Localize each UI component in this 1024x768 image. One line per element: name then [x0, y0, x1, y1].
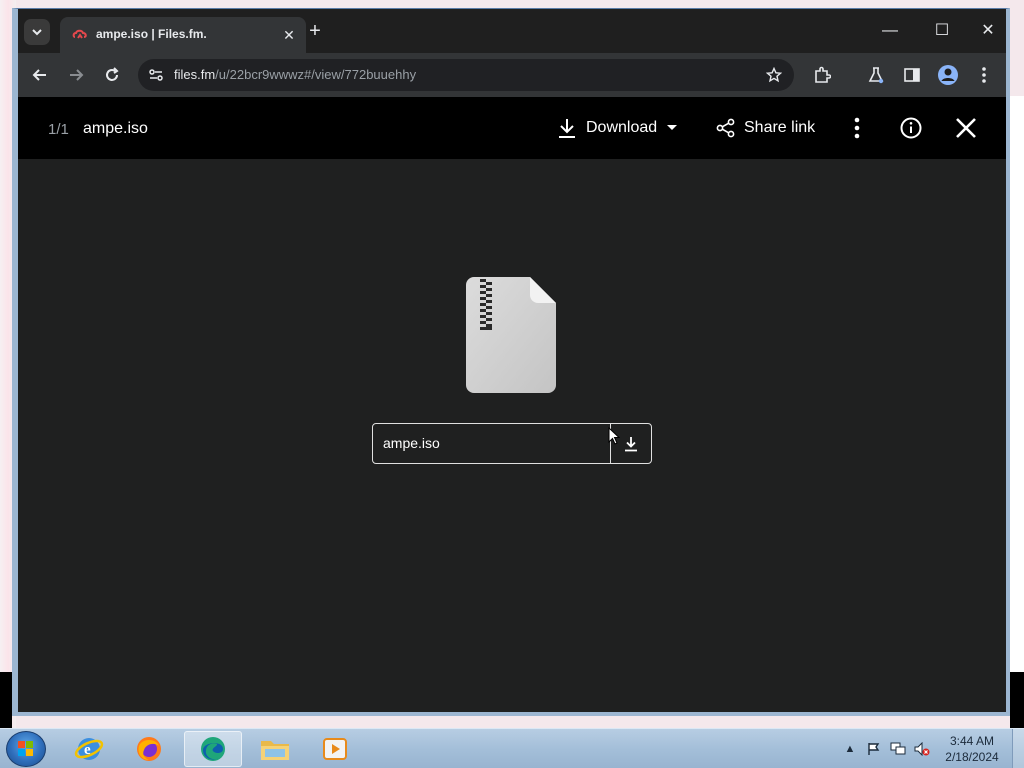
desktop-background-right — [1010, 96, 1024, 672]
close-window-button[interactable]: ✕ — [968, 19, 1008, 43]
download-button[interactable]: Download — [556, 115, 679, 141]
info-icon — [900, 117, 922, 139]
maximize-button[interactable]: ☐ — [922, 19, 962, 43]
firefox-icon — [137, 737, 161, 761]
network-icon[interactable] — [890, 741, 906, 757]
taskbar: e ▲ 3:44 AM 2/18/2024 — [0, 728, 1024, 768]
internet-explorer-icon: e — [74, 738, 104, 760]
labs-icon — [868, 67, 884, 84]
show-hidden-icons-button[interactable]: ▲ — [842, 741, 858, 757]
speaker-muted-icon — [914, 742, 930, 756]
taskbar-edge[interactable] — [184, 731, 242, 767]
desktop-edge — [0, 672, 12, 728]
reload-icon — [106, 67, 119, 81]
kebab-menu-icon — [854, 117, 860, 139]
forward-button[interactable] — [64, 63, 88, 87]
viewer-header: 1/1 ampe.iso Download Share link — [18, 97, 1006, 159]
start-button[interactable] — [6, 731, 46, 767]
chevron-down-icon — [32, 29, 42, 36]
extensions-icon — [815, 66, 831, 83]
zip-file-icon — [466, 277, 556, 393]
new-tab-button[interactable]: + — [304, 21, 326, 43]
taskbar-media-player[interactable] — [306, 731, 364, 767]
download-label: Download — [586, 119, 658, 136]
clock-time: 3:44 AM — [949, 734, 995, 748]
profile-icon — [938, 65, 958, 85]
back-arrow-icon — [32, 69, 46, 81]
browser-window: ampe.iso | Files.fm. ✕ + — ☐ ✕ files.fm/… — [12, 8, 1010, 716]
windows-logo-icon — [18, 741, 33, 756]
volume-muted-icon[interactable] — [914, 741, 930, 757]
more-options-button[interactable] — [844, 115, 870, 141]
download-icon — [559, 119, 575, 138]
media-player-icon — [323, 738, 347, 760]
file-info-button[interactable] — [898, 115, 924, 141]
side-panel-button[interactable] — [900, 63, 924, 87]
url-text: files.fm/u/22bcr9wwwz#/view/772buuehhy — [174, 67, 416, 82]
address-bar[interactable]: files.fm/u/22bcr9wwwz#/view/772buuehhy — [138, 59, 794, 91]
network-monitor-icon — [890, 742, 906, 755]
taskbar-file-explorer[interactable] — [246, 731, 304, 767]
file-counter: 1/1 — [48, 121, 69, 138]
site-info-button[interactable] — [146, 65, 166, 85]
files-fm-logo-icon — [72, 29, 87, 39]
url-host: files.fm — [174, 67, 216, 82]
edge-icon — [201, 737, 225, 761]
tab-strip: ampe.iso | Files.fm. ✕ + — ☐ ✕ — [18, 9, 1006, 53]
close-icon — [956, 118, 976, 138]
site-info-icon — [149, 69, 163, 81]
share-icon — [716, 118, 735, 138]
bookmark-button[interactable] — [764, 65, 784, 85]
page-content: 1/1 ampe.iso Download Share link ampe.is… — [18, 97, 1006, 712]
kebab-menu-icon — [982, 67, 986, 83]
forward-arrow-icon — [70, 69, 84, 81]
extensions-button[interactable] — [810, 63, 834, 87]
action-center-flag-icon[interactable] — [866, 741, 882, 757]
mouse-cursor-icon — [608, 427, 620, 445]
show-desktop-button[interactable] — [1012, 729, 1024, 768]
taskbar-clock[interactable]: 3:44 AM 2/18/2024 — [936, 733, 1008, 765]
active-tab[interactable]: ampe.iso | Files.fm. ✕ — [60, 17, 306, 53]
desktop-edge — [1010, 672, 1024, 728]
svg-text:e: e — [84, 742, 91, 758]
back-button[interactable] — [28, 63, 52, 87]
minimize-button[interactable]: — — [870, 19, 910, 43]
profile-button[interactable] — [936, 63, 960, 87]
labs-button[interactable] — [864, 63, 888, 87]
viewer-file-name: ampe.iso — [83, 120, 148, 137]
flag-icon — [868, 743, 880, 755]
close-icon[interactable]: ✕ — [280, 26, 298, 44]
file-card-name: ampe.iso — [383, 435, 440, 451]
tab-search-button[interactable] — [24, 19, 50, 45]
star-icon — [766, 67, 782, 83]
share-link-button[interactable]: Share link — [716, 115, 815, 141]
taskbar-firefox[interactable] — [120, 731, 178, 767]
browser-menu-button[interactable] — [972, 63, 996, 87]
folder-icon — [261, 741, 289, 760]
browser-toolbar: files.fm/u/22bcr9wwwz#/view/772buuehhy — [18, 53, 1006, 97]
tab-title: ampe.iso | Files.fm. — [96, 27, 207, 41]
taskbar-internet-explorer[interactable]: e — [60, 731, 118, 767]
reload-button[interactable] — [100, 63, 124, 87]
close-viewer-button[interactable] — [953, 115, 979, 141]
url-path: /u/22bcr9wwwz#/view/772buuehhy — [215, 67, 417, 82]
side-panel-icon — [904, 68, 920, 82]
share-link-label: Share link — [744, 119, 816, 136]
chevron-down-icon — [667, 125, 678, 130]
download-icon — [625, 436, 637, 451]
clock-date: 2/18/2024 — [945, 750, 999, 764]
